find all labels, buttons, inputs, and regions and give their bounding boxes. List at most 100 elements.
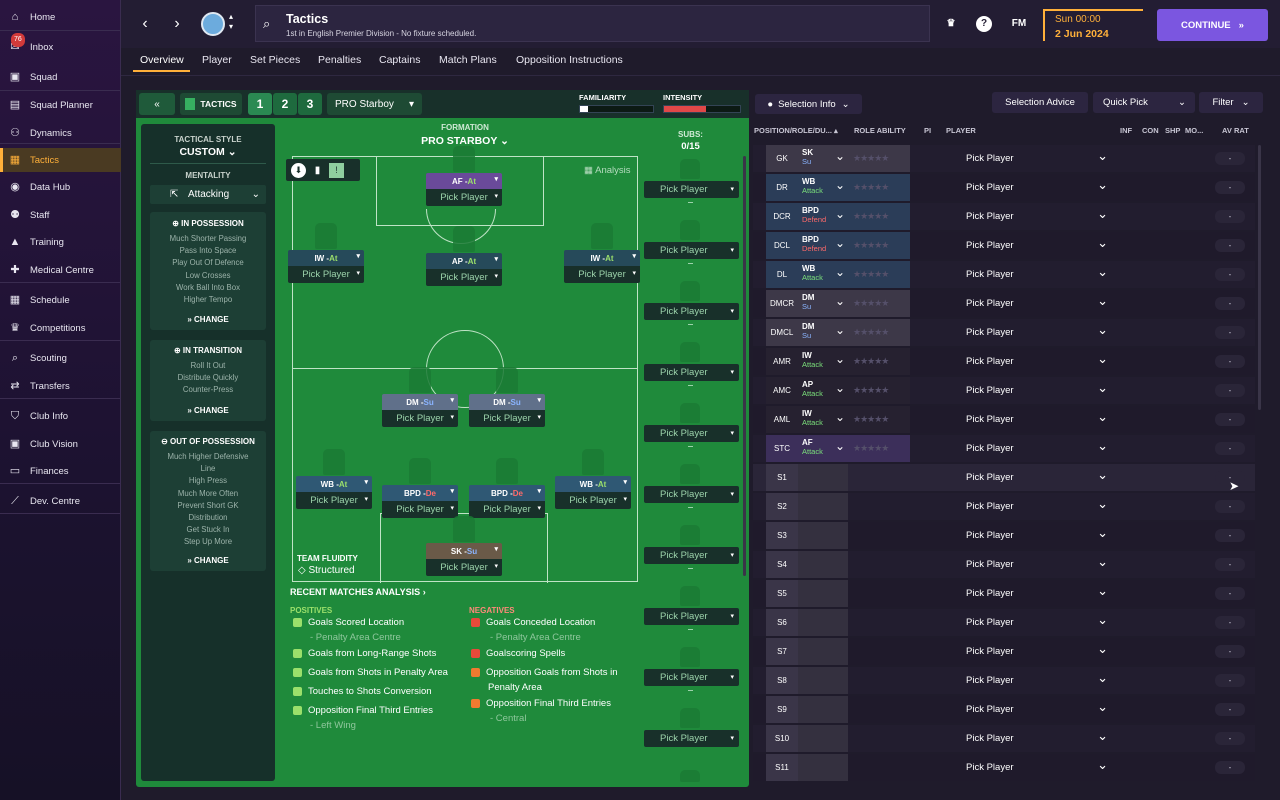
sub-pick-player-dropdown[interactable]: Pick Player: [644, 486, 739, 503]
pick-player-dropdown[interactable]: Pick Player: [966, 345, 1108, 375]
sidebar-item-club-vision[interactable]: ▣ Club Vision: [0, 432, 121, 456]
in-transition-change-button[interactable]: » CHANGE: [150, 406, 266, 415]
sidebar-item-transfers[interactable]: ⇄ Transfers: [0, 374, 121, 398]
tactic-slot-1[interactable]: 1: [248, 93, 272, 115]
negative-item[interactable]: Goalscoring Spells: [471, 648, 565, 659]
role-duty-cell[interactable]: WB Attack ⌄: [798, 174, 850, 201]
help-icon[interactable]: ?: [976, 16, 992, 32]
negative-item[interactable]: Goals Conceded Location: [471, 617, 595, 628]
tactic-name-dropdown[interactable]: PRO Starboy ▾: [327, 93, 422, 115]
sub-pick-player-dropdown[interactable]: Pick Player: [644, 181, 739, 198]
collapse-button[interactable]: «: [139, 93, 175, 115]
filter-dropdown[interactable]: Filter ⌄: [1199, 92, 1263, 113]
selection-row-s11[interactable]: S11 Pick Player -: [753, 751, 1255, 781]
positive-item[interactable]: Goals from Long-Range Shots: [293, 648, 436, 659]
pick-player-dropdown[interactable]: Pick Player: [288, 266, 364, 283]
sub-pick-player-dropdown[interactable]: Pick Player: [644, 608, 739, 625]
sidebar-item-finances[interactable]: ▭ Finances: [0, 459, 121, 483]
role-duty-cell[interactable]: IW Attack ⌄: [798, 406, 850, 433]
pick-player-dropdown[interactable]: Pick Player: [426, 559, 502, 576]
quick-pick-dropdown[interactable]: Quick Pick ⌄: [1093, 92, 1195, 113]
sidebar-item-schedule[interactable]: ▦ Schedule: [0, 288, 121, 312]
negative-item[interactable]: Opposition Goals from Shots in: [471, 667, 617, 678]
pick-player-dropdown[interactable]: Pick Player: [966, 142, 1108, 172]
chart-icon[interactable]: ▮: [310, 163, 325, 178]
crest-switch-icon[interactable]: ▴ ▾: [229, 12, 233, 32]
role-duty-cell[interactable]: BPD Defend ⌄: [798, 203, 850, 230]
pick-player-dropdown[interactable]: Pick Player: [966, 258, 1108, 288]
sidebar-item-data-hub[interactable]: ◉ Data Hub: [0, 175, 121, 199]
column-header-role-ability[interactable]: ROLE ABILITY: [854, 126, 906, 135]
role-duty-cell[interactable]: DM Su ⌄: [798, 290, 850, 317]
column-header-mo[interactable]: MO...: [1185, 126, 1203, 135]
role-duty-dropdown[interactable]: DM - Su: [382, 394, 458, 410]
pick-player-dropdown[interactable]: Pick Player: [426, 189, 502, 206]
tactical-style-dropdown[interactable]: CUSTOM ⌄: [141, 146, 275, 158]
pick-player-dropdown[interactable]: Pick Player: [966, 519, 1108, 549]
negative-item[interactable]: Opposition Final Third Entries: [471, 698, 611, 709]
sidebar-item-inbox[interactable]: ✉ 76 Inbox: [0, 33, 121, 59]
positive-item[interactable]: Opposition Final Third Entries: [293, 705, 433, 716]
selection-row-s3[interactable]: S3 Pick Player -: [753, 519, 1255, 549]
selection-row-dmcl[interactable]: DMCLDMSu⌄★★★★★ Pick Player -: [753, 316, 1255, 346]
sub-pick-player-dropdown[interactable]: Pick Player: [644, 303, 739, 320]
sub-pick-player-dropdown[interactable]: Pick Player: [644, 364, 739, 381]
selection-scrollbar[interactable]: [1258, 145, 1261, 410]
column-header-con[interactable]: CON: [1142, 126, 1159, 135]
role-duty-dropdown[interactable]: WB - At: [555, 476, 631, 492]
role-duty-dropdown[interactable]: AF - At: [426, 173, 502, 189]
forward-arrow-icon[interactable]: ›: [165, 12, 189, 36]
role-duty-cell[interactable]: DM Su ⌄: [798, 319, 850, 346]
pick-player-dropdown[interactable]: Pick Player: [555, 492, 631, 509]
tab-match-plans[interactable]: Match Plans: [439, 54, 497, 66]
sub-pick-player-dropdown[interactable]: Pick Player: [644, 669, 739, 686]
pick-player-dropdown[interactable]: Pick Player: [966, 200, 1108, 230]
selection-row-dcr[interactable]: DCRBPDDefend⌄★★★★★ Pick Player -: [753, 200, 1255, 230]
pick-player-dropdown[interactable]: Pick Player: [966, 548, 1108, 578]
pick-player-dropdown[interactable]: Pick Player: [966, 374, 1108, 404]
role-duty-cell[interactable]: BPD Defend ⌄: [798, 232, 850, 259]
role-duty-dropdown[interactable]: IW - At: [564, 250, 640, 266]
role-duty-dropdown[interactable]: WB - At: [296, 476, 372, 492]
pick-player-dropdown[interactable]: Pick Player: [966, 403, 1108, 433]
tab-opposition-instructions[interactable]: Opposition Instructions: [516, 54, 623, 66]
selection-row-s2[interactable]: S2 Pick Player -: [753, 490, 1255, 520]
club-crest[interactable]: [201, 12, 225, 36]
pick-player-dropdown[interactable]: Pick Player: [966, 287, 1108, 317]
tab-penalties[interactable]: Penalties: [318, 54, 361, 66]
sidebar-item-squad[interactable]: ▣ Squad: [0, 65, 121, 89]
selection-row-amr[interactable]: AMRIWAttack⌄★★★★★ Pick Player -: [753, 345, 1255, 375]
pick-player-dropdown[interactable]: Pick Player: [296, 492, 372, 509]
column-header-player[interactable]: PLAYER: [946, 126, 976, 135]
pick-player-dropdown[interactable]: Pick Player: [966, 171, 1108, 201]
column-header-av-rat[interactable]: AV RAT: [1222, 126, 1249, 135]
pick-player-dropdown[interactable]: Pick Player: [966, 606, 1108, 636]
subs-scrollbar[interactable]: [743, 156, 746, 576]
selection-row-s9[interactable]: S9 Pick Player -: [753, 693, 1255, 723]
role-duty-dropdown[interactable]: SK - Su: [426, 543, 502, 559]
sub-pick-player-dropdown[interactable]: Pick Player: [644, 547, 739, 564]
pick-player-dropdown[interactable]: Pick Player: [966, 722, 1108, 752]
sidebar-item-club-info[interactable]: ⛉ Club Info: [0, 404, 121, 428]
trophy-icon[interactable]: ♛: [943, 16, 959, 32]
sidebar-item-tactics[interactable]: ▦ Tactics: [0, 148, 121, 172]
tab-player[interactable]: Player: [202, 54, 232, 66]
pick-player-dropdown[interactable]: Pick Player: [469, 410, 545, 427]
sidebar-item-scouting[interactable]: ⌕ Scouting: [0, 346, 121, 370]
selection-row-dcl[interactable]: DCLBPDDefend⌄★★★★★ Pick Player -: [753, 229, 1255, 259]
tab-captains[interactable]: Captains: [379, 54, 420, 66]
pick-player-dropdown[interactable]: Pick Player: [966, 693, 1108, 723]
positive-item[interactable]: Goals from Shots in Penalty Area: [293, 667, 448, 678]
role-duty-cell[interactable]: AP Attack ⌄: [798, 377, 850, 404]
role-duty-dropdown[interactable]: BPD - De: [469, 485, 545, 501]
download-icon[interactable]: ⬇: [291, 162, 306, 178]
selection-info-dropdown[interactable]: ● Selection Info ⌄: [755, 94, 862, 114]
analysis-button[interactable]: ▦ Analysis: [584, 162, 642, 179]
positive-item[interactable]: Goals Scored Location: [293, 617, 404, 628]
pick-player-dropdown[interactable]: Pick Player: [966, 432, 1108, 462]
column-header-pi[interactable]: PI: [924, 126, 931, 135]
out-of-possession-change-button[interactable]: » CHANGE: [150, 556, 266, 565]
sidebar-item-training[interactable]: ▲ Training: [0, 230, 121, 254]
pick-player-dropdown[interactable]: Pick Player: [382, 410, 458, 427]
tab-set-pieces[interactable]: Set Pieces: [250, 54, 300, 66]
